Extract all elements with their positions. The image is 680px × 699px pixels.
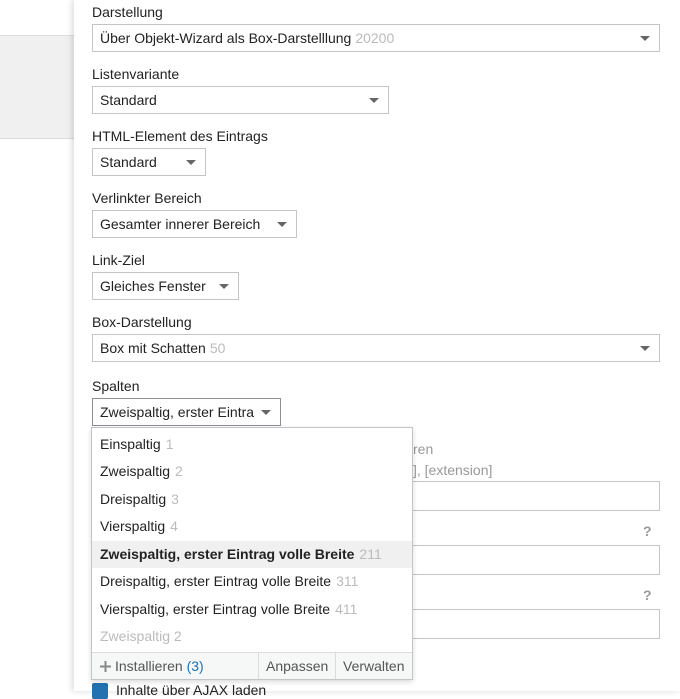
chevron-down-icon — [261, 410, 271, 415]
install-button[interactable]: Installieren (3) — [100, 653, 204, 679]
darstellung-num: 20200 — [355, 30, 395, 46]
install-count: (3) — [186, 658, 204, 674]
verwalten-button[interactable]: Verwalten — [343, 653, 404, 679]
html-element-value: Standard — [100, 154, 157, 170]
box-darstellung-num: 50 — [209, 340, 226, 356]
dropdown-option[interactable]: Dreispaltig 3 — [92, 486, 412, 513]
chevron-down-icon — [186, 160, 196, 165]
anpassen-button[interactable]: Anpassen — [266, 653, 328, 679]
box-darstellung-select[interactable]: Box mit Schatten 50 — [92, 334, 660, 362]
option-label: Dreispaltig — [100, 491, 167, 507]
ajax-checkbox-label: Inhalte über AJAX laden — [116, 682, 267, 698]
box-darstellung-value: Box mit Schatten — [100, 340, 206, 356]
html-element-select[interactable]: Standard — [92, 148, 206, 176]
chevron-down-icon — [219, 284, 229, 289]
dropdown-option-highlighted[interactable]: Zweispaltig, erster Eintrag volle Breite… — [92, 541, 412, 568]
footer-divider — [335, 653, 336, 679]
option-num: 2 — [175, 463, 183, 479]
darstellung-value: Über Objekt-Wizard als Box-Darstelllung — [100, 30, 352, 46]
help-icon[interactable]: ? — [643, 523, 652, 539]
html-element-label: HTML-Element des Eintrags — [92, 128, 268, 144]
link-ziel-label: Link-Ziel — [92, 252, 145, 268]
verlinkter-bereich-value: Gesamter innerer Bereich — [100, 216, 261, 232]
spalten-select[interactable]: Zweispaltig, erster Eintra — [92, 398, 281, 426]
verlinkter-bereich-select[interactable]: Gesamter innerer Bereich — [92, 210, 297, 238]
listenvariante-select[interactable]: Standard — [92, 86, 389, 114]
dropdown-option[interactable]: Zweispaltig 2 — [92, 458, 412, 485]
option-label: Zweispaltig 2 — [100, 628, 182, 644]
option-num: 411 — [335, 601, 358, 617]
plus-icon — [100, 661, 111, 672]
darstellung-label: Darstellung — [92, 4, 163, 20]
option-label: Dreispaltig, erster Eintrag volle Breite — [100, 573, 332, 589]
chevron-down-icon — [369, 98, 379, 103]
dropdown-option-disabled: Zweispaltig 2 — [92, 623, 412, 650]
chevron-down-icon — [277, 222, 287, 227]
option-num: 311 — [336, 573, 359, 589]
background-content-panel — [0, 138, 74, 691]
hint-text: ren — [413, 441, 434, 457]
spalten-dropdown-list: Einspaltig 1 Zweispaltig 2 Dreispaltig 3 Vi… — [91, 427, 413, 680]
text-input-2[interactable] — [400, 545, 660, 575]
dropdown-option[interactable]: Vierspaltig 4 — [92, 513, 412, 540]
link-ziel-value: Gleiches Fenster — [100, 278, 206, 294]
help-icon[interactable]: ? — [643, 587, 652, 603]
text-input-1[interactable] — [400, 481, 660, 511]
listenvariante-label: Listenvariante — [92, 66, 180, 82]
link-ziel-select[interactable]: Gleiches Fenster — [92, 272, 239, 300]
background-top-panel — [0, 0, 74, 36]
dropdown-footer: Installieren (3) Anpassen Verwalten — [92, 652, 412, 679]
option-label: Zweispaltig, erster Eintrag volle Breite — [100, 546, 355, 562]
hint-placeholder-text: ], [extension] — [413, 462, 493, 478]
background-page — [0, 0, 74, 691]
option-label: Zweispaltig — [100, 463, 171, 479]
install-label: Installieren — [115, 658, 183, 674]
spalten-label: Spalten — [92, 378, 140, 394]
footer-divider — [258, 653, 259, 679]
spalten-value: Zweispaltig, erster Eintra — [100, 404, 255, 420]
listenvariante-value: Standard — [100, 92, 157, 108]
chevron-down-icon — [640, 346, 650, 351]
text-input-3[interactable] — [400, 609, 660, 639]
option-label: Vierspaltig — [100, 518, 166, 534]
dropdown-option[interactable]: Einspaltig 1 — [92, 431, 412, 458]
dropdown-option[interactable]: Dreispaltig, erster Eintrag volle Breite… — [92, 568, 412, 595]
option-label: Vierspaltig, erster Eintrag volle Breite — [100, 601, 331, 617]
ajax-checkbox[interactable] — [92, 683, 108, 699]
option-num: 211 — [359, 546, 382, 562]
option-num: 4 — [170, 518, 178, 534]
option-label: Einspaltig — [100, 436, 161, 452]
verlinkter-bereich-label: Verlinkter Bereich — [92, 190, 202, 206]
dropdown-option[interactable]: Vierspaltig, erster Eintrag volle Breite… — [92, 596, 412, 623]
box-darstellung-label: Box-Darstellung — [92, 314, 192, 330]
option-num: 1 — [165, 436, 174, 452]
option-num: 3 — [171, 491, 179, 507]
chevron-down-icon — [640, 36, 650, 41]
darstellung-select[interactable]: Über Objekt-Wizard als Box-Darstelllung 2… — [92, 24, 660, 52]
